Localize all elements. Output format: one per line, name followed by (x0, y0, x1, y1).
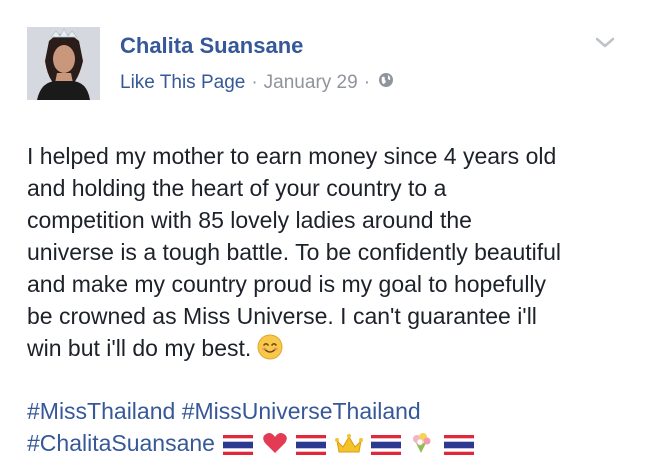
smiling-face-emoji (257, 334, 283, 368)
post-date[interactable]: January 29 (264, 72, 358, 94)
hashtag-row: #ChalitaSuansane (27, 427, 642, 463)
post-body-line: competition with 85 lovely ladies around… (27, 207, 472, 233)
hashtags: #MissThailand #MissUniverseThailand #Cha… (27, 395, 642, 463)
bouquet-icon (409, 431, 435, 463)
crown-icon (334, 431, 363, 463)
chevron-down-icon[interactable] (594, 36, 616, 50)
post-body-last-line: win but i'll do my best. (27, 332, 642, 368)
profile-photo (27, 27, 100, 100)
thai-flag-icon (223, 431, 254, 463)
hashtag-chalita-suansane[interactable]: #ChalitaSuansane (27, 430, 215, 456)
post-body-line: win but i'll do my best. (27, 335, 252, 361)
post-body-line: universe is a tough battle. To be confid… (27, 239, 562, 265)
hashtag-miss-thailand[interactable]: #MissThailand (27, 398, 175, 424)
thai-flag-icon (296, 431, 327, 463)
red-heart-icon (262, 431, 288, 463)
thai-flag-icon (370, 431, 401, 463)
post-meta: Like This Page · January 29 · (120, 72, 394, 94)
like-page-link[interactable]: Like This Page (120, 72, 245, 94)
post-body-line: I helped my mother to earn money since 4… (27, 143, 557, 169)
avatar[interactable] (27, 27, 100, 100)
author-name[interactable]: Chalita Suansane (120, 33, 303, 59)
post-body-line: and holding the heart of your country to… (27, 175, 447, 201)
facebook-post: Chalita Suansane Like This Page · Januar… (0, 0, 650, 472)
meta-separator: · (363, 72, 371, 93)
meta-separator: · (251, 72, 258, 93)
hashtag-miss-universe-thailand[interactable]: #MissUniverseThailand (182, 398, 421, 424)
post-body-line: and make my country proud is my goal to … (27, 271, 547, 297)
post-body-line: be crowned as Miss Universe. I can't gua… (27, 303, 537, 329)
hashtag-row: #MissThailand #MissUniverseThailand (27, 395, 642, 427)
thai-flag-icon (443, 431, 474, 463)
globe-icon[interactable] (378, 72, 394, 94)
post-body: I helped my mother to earn money since 4… (27, 140, 642, 368)
